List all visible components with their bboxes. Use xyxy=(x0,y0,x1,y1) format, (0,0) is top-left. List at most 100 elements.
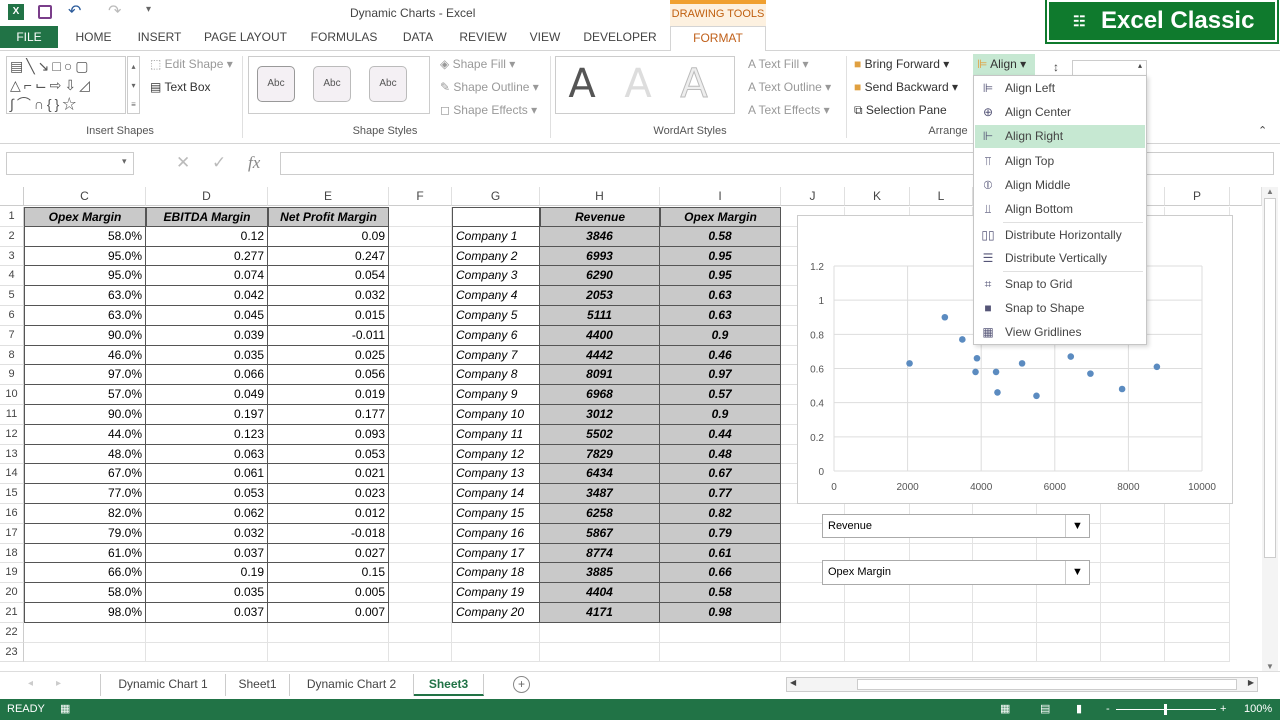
company-cell[interactable]: Company 17 xyxy=(452,543,540,564)
header-cell[interactable] xyxy=(452,207,540,227)
row-header-9[interactable]: 9 xyxy=(0,365,24,386)
cell[interactable] xyxy=(24,622,146,643)
opex-margin-value-cell[interactable]: 0.9 xyxy=(660,405,781,425)
ebitda-margin-cell[interactable]: 0.035 xyxy=(146,583,268,603)
column-header-j[interactable]: J xyxy=(781,187,845,206)
company-cell[interactable]: Company 7 xyxy=(452,345,540,366)
menu-item-align-middle[interactable]: ⦶ Align Middle xyxy=(975,174,1145,197)
row-header-13[interactable]: 13 xyxy=(0,444,24,465)
cell[interactable] xyxy=(1165,543,1230,564)
cell[interactable] xyxy=(845,603,910,623)
menu-item-snap-to-grid[interactable]: ⌗ Snap to Grid xyxy=(975,273,1145,296)
company-cell[interactable]: Company 2 xyxy=(452,246,540,267)
cell[interactable] xyxy=(781,583,845,603)
opex-margin-value-cell[interactable]: 0.95 xyxy=(660,246,781,267)
row-header-14[interactable]: 14 xyxy=(0,464,24,485)
sheet-tab-dynamic-chart-1[interactable]: Dynamic Chart 1 xyxy=(100,674,226,696)
name-box[interactable] xyxy=(6,152,134,175)
opex-margin-cell[interactable]: 61.0% xyxy=(24,543,146,564)
header-cell[interactable]: Opex Margin xyxy=(24,207,146,227)
opex-margin-cell[interactable]: 63.0% xyxy=(24,306,146,326)
column-header-k[interactable]: K xyxy=(845,187,910,206)
menu-item-align-right[interactable]: ⊩ Align Right xyxy=(975,124,1145,148)
row-header-3[interactable]: 3 xyxy=(0,246,24,267)
row-header-8[interactable]: 8 xyxy=(0,345,24,366)
text-fill-button[interactable]: A Text Fill ▾ xyxy=(748,57,809,71)
cell[interactable] xyxy=(973,642,1037,663)
redo-icon[interactable]: ↷ xyxy=(108,1,121,21)
cell[interactable] xyxy=(1165,563,1230,584)
cell[interactable] xyxy=(1101,523,1165,544)
column-header-h[interactable]: H xyxy=(540,187,660,206)
cell[interactable] xyxy=(540,622,660,643)
shape-fill-button[interactable]: ◈ Shape Fill ▾ xyxy=(440,57,515,71)
zoom-in-icon[interactable]: + xyxy=(1220,699,1226,720)
net-profit-margin-cell[interactable]: 0.093 xyxy=(268,424,389,445)
cell[interactable] xyxy=(1101,563,1165,584)
cell[interactable] xyxy=(1037,622,1101,643)
sheet-tab-sheet1[interactable]: Sheet1 xyxy=(226,674,290,696)
wordart-style-2[interactable]: A xyxy=(613,60,663,108)
save-icon[interactable] xyxy=(38,5,52,19)
company-cell[interactable]: Company 12 xyxy=(452,444,540,465)
opex-margin-value-cell[interactable]: 0.58 xyxy=(660,583,781,603)
ebitda-margin-cell[interactable]: 0.197 xyxy=(146,405,268,425)
page-layout-view-icon[interactable]: ▤ xyxy=(1040,699,1050,720)
cell[interactable] xyxy=(1165,523,1230,544)
shape-gallery-scroll[interactable]: ▴ ▾ ≡ xyxy=(127,56,140,114)
net-profit-margin-cell[interactable]: 0.027 xyxy=(268,543,389,564)
cell[interactable] xyxy=(781,622,845,643)
tab-view[interactable]: VIEW xyxy=(522,26,568,48)
opex-margin-value-cell[interactable]: 0.82 xyxy=(660,504,781,524)
row-header-2[interactable]: 2 xyxy=(0,226,24,247)
opex-margin-cell[interactable]: 90.0% xyxy=(24,325,146,346)
cell[interactable] xyxy=(845,642,910,663)
row-header-23[interactable]: 23 xyxy=(0,642,24,663)
column-header-d[interactable]: D xyxy=(146,187,268,206)
menu-item-align-center[interactable]: ⊕ Align Center xyxy=(975,101,1145,124)
cell[interactable] xyxy=(389,345,452,366)
column-header-partial[interactable] xyxy=(1230,187,1262,206)
cell[interactable] xyxy=(389,583,452,603)
opex-margin-value-cell[interactable]: 0.97 xyxy=(660,365,781,386)
undo-icon[interactable]: ↶ xyxy=(68,1,81,21)
cell[interactable] xyxy=(540,642,660,663)
net-profit-margin-cell[interactable]: 0.15 xyxy=(268,563,389,584)
ebitda-margin-cell[interactable]: 0.037 xyxy=(146,543,268,564)
revenue-cell[interactable]: 5502 xyxy=(540,424,660,445)
cell[interactable] xyxy=(146,622,268,643)
cell[interactable] xyxy=(146,642,268,663)
cell[interactable] xyxy=(1101,504,1165,524)
x-axis-combo[interactable]: Revenue ▼ xyxy=(822,514,1090,538)
chevron-down-icon[interactable]: ▼ xyxy=(1065,561,1089,584)
scroll-up-icon[interactable]: ▲ xyxy=(1262,187,1278,196)
cell[interactable] xyxy=(389,523,452,544)
row-header-17[interactable]: 17 xyxy=(0,523,24,544)
ebitda-margin-cell[interactable]: 0.074 xyxy=(146,266,268,287)
scroll-down-icon[interactable]: ▼ xyxy=(1262,662,1278,671)
menu-item-snap-to-shape[interactable]: ■ Snap to Shape xyxy=(975,297,1145,320)
opex-margin-value-cell[interactable]: 0.58 xyxy=(660,226,781,247)
opex-margin-value-cell[interactable]: 0.63 xyxy=(660,306,781,326)
h-scroll-thumb[interactable] xyxy=(857,679,1237,690)
cell[interactable] xyxy=(910,642,973,663)
header-cell[interactable]: Revenue xyxy=(540,207,660,227)
text-box-button[interactable]: ▤ Text Box xyxy=(150,80,211,94)
cell[interactable] xyxy=(973,603,1037,623)
vertical-scrollbar[interactable]: ▲ ▼ xyxy=(1262,187,1278,671)
cell[interactable] xyxy=(389,266,452,287)
cell[interactable] xyxy=(1037,642,1101,663)
cell[interactable] xyxy=(452,622,540,643)
normal-view-icon[interactable]: ▦ xyxy=(1000,699,1010,720)
cell[interactable] xyxy=(389,504,452,524)
row-header-6[interactable]: 6 xyxy=(0,306,24,326)
cell[interactable] xyxy=(973,583,1037,603)
sheet-nav-next-icon[interactable]: ▸ xyxy=(56,678,61,689)
revenue-cell[interactable]: 2053 xyxy=(540,286,660,306)
net-profit-margin-cell[interactable]: 0.012 xyxy=(268,504,389,524)
shape-gallery[interactable]: ▤╲↘□○▢ △⌐⌙⇨⇩◿ ∫⌒∩{}☆ xyxy=(6,56,126,114)
zoom-out-icon[interactable]: - xyxy=(1106,699,1110,720)
revenue-cell[interactable]: 3846 xyxy=(540,226,660,247)
net-profit-margin-cell[interactable]: 0.025 xyxy=(268,345,389,366)
net-profit-margin-cell[interactable]: 0.054 xyxy=(268,266,389,287)
